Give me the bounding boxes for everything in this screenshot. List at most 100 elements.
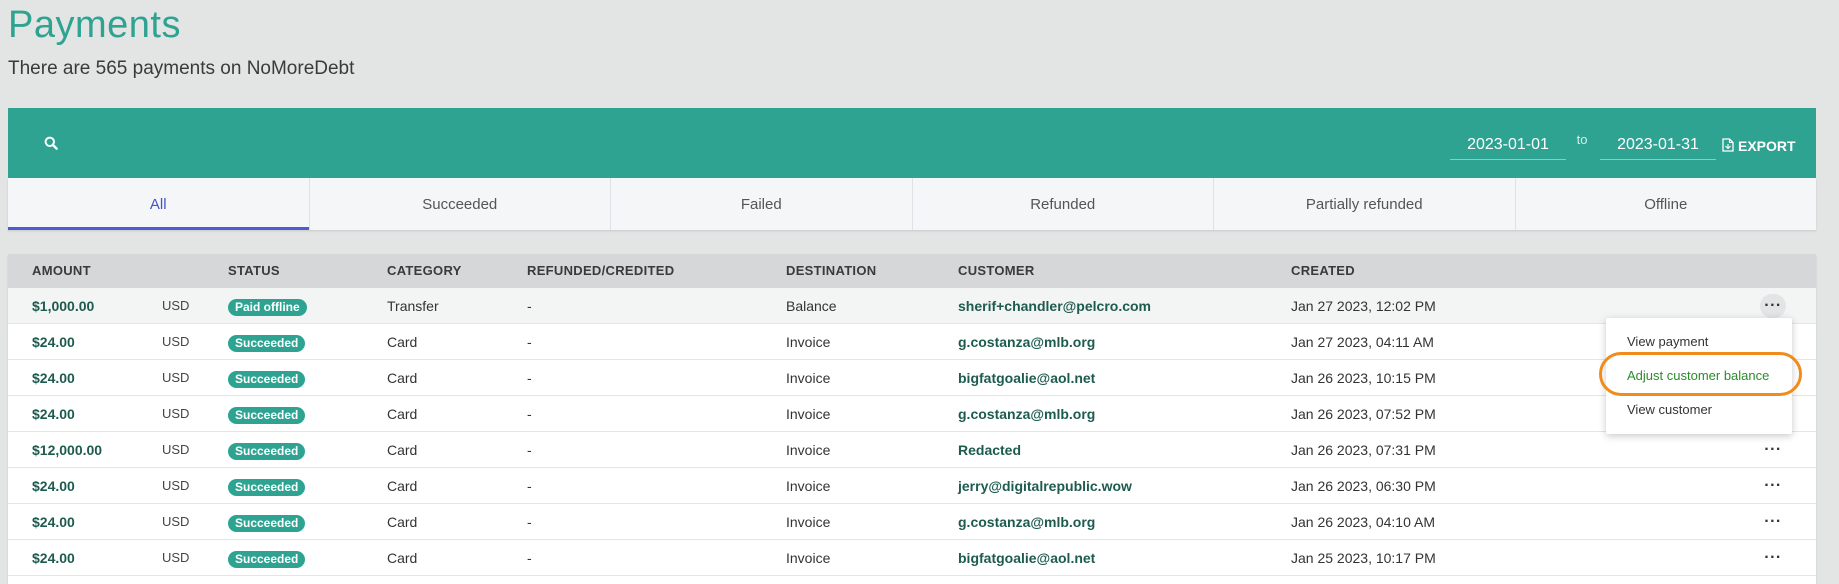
- export-label: EXPORT: [1738, 138, 1796, 154]
- menu-item-adjust-customer-balance[interactable]: Adjust customer balance: [1606, 361, 1792, 391]
- currency-cell: USD: [162, 406, 190, 421]
- amount-cell: $24.00: [32, 478, 75, 494]
- column-header-amount: AMOUNT: [32, 263, 91, 278]
- customer-link[interactable]: sherif+chandler@pelcro.com: [958, 288, 1151, 324]
- status-badge: Succeeded: [228, 478, 306, 496]
- created-cell: Jan 27 2023, 04:11 AM: [1291, 334, 1434, 350]
- customer-link[interactable]: g.costanza@mlb.org: [958, 324, 1095, 360]
- category-cell: Card: [387, 550, 418, 566]
- more-actions-icon[interactable]: ···: [1760, 294, 1786, 318]
- tab-partially-refunded[interactable]: Partially refunded: [1213, 178, 1515, 230]
- amount-cell: $1,000.00: [32, 298, 95, 314]
- status-badge: Paid offline: [228, 298, 307, 316]
- destination-cell: Invoice: [786, 370, 831, 386]
- currency-cell: USD: [162, 550, 190, 565]
- currency-cell: USD: [162, 370, 190, 385]
- currency-cell: USD: [162, 334, 190, 349]
- date-to-input[interactable]: 2023-01-31: [1600, 130, 1716, 160]
- status-cell: Succeeded: [228, 432, 306, 468]
- customer-link[interactable]: Redacted: [958, 432, 1021, 468]
- more-actions-icon[interactable]: ···: [1760, 474, 1786, 498]
- file-export-icon: [1722, 137, 1734, 155]
- destination-cell: Invoice: [786, 550, 831, 566]
- currency-cell: USD: [162, 298, 190, 313]
- column-header-destination: DESTINATION: [786, 263, 877, 278]
- refunded-cell: -: [527, 298, 532, 314]
- row-actions-menu: View payment Adjust customer balance Vie…: [1606, 318, 1792, 434]
- refunded-cell: -: [527, 370, 532, 386]
- status-cell: Succeeded: [228, 540, 306, 576]
- amount-cell: $24.00: [32, 514, 75, 530]
- table-header: AMOUNT STATUS CATEGORY REFUNDED/CREDITED…: [8, 254, 1816, 288]
- column-header-customer: CUSTOMER: [958, 263, 1035, 278]
- tab-failed[interactable]: Failed: [610, 178, 912, 230]
- table-row[interactable]: $24.00 USD Succeeded Card - Invoice bigf…: [8, 540, 1816, 576]
- payments-table: AMOUNT STATUS CATEGORY REFUNDED/CREDITED…: [8, 254, 1816, 584]
- table-row[interactable]: $1,000.00 USD Paid offline Transfer - Ba…: [8, 288, 1816, 324]
- refunded-cell: -: [527, 442, 532, 458]
- status-cell: Succeeded: [228, 468, 306, 504]
- menu-item-view-payment[interactable]: View payment: [1606, 327, 1792, 357]
- refunded-cell: -: [527, 334, 532, 350]
- created-cell: Jan 27 2023, 12:02 PM: [1291, 298, 1436, 314]
- column-header-refunded: REFUNDED/CREDITED: [527, 263, 675, 278]
- category-cell: Card: [387, 442, 418, 458]
- status-badge: Succeeded: [228, 370, 306, 388]
- amount-cell: $24.00: [32, 370, 75, 386]
- category-cell: Transfer: [387, 298, 439, 314]
- tab-succeeded[interactable]: Succeeded: [308, 178, 611, 230]
- table-row[interactable]: $24.00 USD Succeeded Card - Invoice g.co…: [8, 504, 1816, 540]
- customer-link[interactable]: g.costanza@mlb.org: [958, 396, 1095, 432]
- status-cell: Succeeded: [228, 360, 306, 396]
- column-header-created: CREATED: [1291, 263, 1355, 278]
- refunded-cell: -: [527, 550, 532, 566]
- customer-link[interactable]: bigfatgoalie@aol.net: [958, 360, 1095, 396]
- customer-link[interactable]: jerry@digitalrepublic.wow: [958, 468, 1132, 504]
- menu-item-view-customer[interactable]: View customer: [1606, 395, 1792, 425]
- tab-offline[interactable]: Offline: [1514, 178, 1817, 230]
- category-cell: Card: [387, 478, 418, 494]
- table-row[interactable]: $24.00 USD Succeeded Card - Invoice bigf…: [8, 360, 1816, 396]
- created-cell: Jan 25 2023, 10:17 PM: [1291, 550, 1436, 566]
- category-cell: Card: [387, 370, 418, 386]
- tab-refunded[interactable]: Refunded: [911, 178, 1214, 230]
- destination-cell: Invoice: [786, 334, 831, 350]
- status-badge: Succeeded: [228, 334, 306, 352]
- payments-toolbar: 2023-01-01 to 2023-01-31 EXPORT: [8, 108, 1816, 178]
- search-icon[interactable]: [38, 130, 64, 156]
- created-cell: Jan 26 2023, 10:15 PM: [1291, 370, 1436, 386]
- customer-link[interactable]: g.costanza@mlb.org: [958, 504, 1095, 540]
- page-title: Payments: [8, 4, 181, 46]
- destination-cell: Balance: [786, 298, 837, 314]
- customer-link[interactable]: bigfatgoalie@aol.net: [958, 540, 1095, 576]
- date-separator: to: [1576, 132, 1588, 147]
- status-cell: Succeeded: [228, 324, 306, 360]
- currency-cell: USD: [162, 442, 190, 457]
- amount-cell: $24.00: [32, 334, 75, 350]
- refunded-cell: -: [527, 478, 532, 494]
- tab-all[interactable]: All: [8, 178, 309, 230]
- more-actions-icon[interactable]: ···: [1760, 546, 1786, 570]
- status-badge: Succeeded: [228, 514, 306, 532]
- export-button[interactable]: EXPORT: [1722, 134, 1796, 158]
- status-badge: Succeeded: [228, 406, 306, 424]
- more-actions-icon[interactable]: ···: [1760, 438, 1786, 462]
- destination-cell: Invoice: [786, 406, 831, 422]
- table-row[interactable]: $12,000.00 USD Succeeded Card - Invoice …: [8, 432, 1816, 468]
- refunded-cell: -: [527, 514, 532, 530]
- table-row[interactable]: $24.00 USD Succeeded Card - Invoice g.co…: [8, 396, 1816, 432]
- currency-cell: USD: [162, 514, 190, 529]
- created-cell: Jan 26 2023, 04:10 AM: [1291, 514, 1435, 530]
- table-row[interactable]: $24.00 USD Succeeded Card - Invoice jerr…: [8, 468, 1816, 504]
- destination-cell: Invoice: [786, 442, 831, 458]
- category-cell: Card: [387, 406, 418, 422]
- amount-cell: $12,000.00: [32, 442, 103, 458]
- date-from-input[interactable]: 2023-01-01: [1450, 130, 1566, 160]
- table-row[interactable]: $24.00 USD Succeeded Card - Invoice g.co…: [8, 324, 1816, 360]
- refunded-cell: -: [527, 406, 532, 422]
- destination-cell: Invoice: [786, 514, 831, 530]
- more-actions-icon[interactable]: ···: [1760, 510, 1786, 534]
- status-cell: Succeeded: [228, 396, 306, 432]
- status-cell: Succeeded: [228, 504, 306, 540]
- status-badge: Succeeded: [228, 550, 306, 568]
